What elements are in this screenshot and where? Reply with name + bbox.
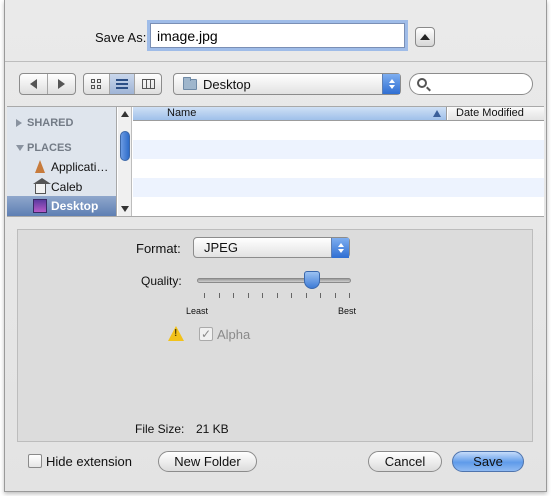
location-popup[interactable]: Desktop (173, 73, 401, 95)
table-row (133, 178, 544, 197)
best-label: Best (338, 306, 357, 316)
new-folder-button[interactable]: New Folder (158, 451, 257, 472)
desktop-icon (33, 199, 47, 213)
save-as-row: Save As: (5, 20, 546, 51)
sidebar-section-places[interactable]: PLACES (7, 138, 116, 158)
table-row (133, 140, 544, 159)
column-view-button[interactable] (135, 74, 161, 94)
divider (5, 61, 546, 62)
list-view-button[interactable] (109, 74, 136, 94)
quality-slider[interactable] (197, 278, 351, 283)
format-options-panel: Format: JPEG Quality: Least Best ✓ Alpha… (17, 229, 533, 442)
view-mode-segment (83, 73, 162, 95)
save-dialog: Save As: Desktop SHARED (4, 0, 547, 492)
sidebar-item-desktop[interactable]: Desktop (7, 196, 116, 216)
scroll-down-icon (121, 206, 129, 212)
table-row (133, 121, 544, 140)
sidebar-item-applications[interactable]: Applicati… (7, 157, 116, 177)
table-row (133, 159, 544, 178)
disclosure-triangle-icon (16, 119, 22, 127)
navigation-segment (19, 73, 76, 95)
sidebar-item-label: Applicati… (51, 160, 109, 174)
alpha-label: Alpha (217, 327, 251, 342)
sidebar-scrollbar[interactable] (118, 107, 132, 216)
column-header-label: Date Modified (456, 107, 524, 119)
applications-icon (35, 160, 45, 173)
sidebar-section-label: PLACES (27, 142, 72, 154)
chevron-left-icon (29, 79, 37, 89)
save-button[interactable]: Save (452, 451, 524, 472)
scrollbar-thumb[interactable] (120, 131, 130, 161)
list-header: Name Date Modified (133, 107, 544, 121)
sidebar: SHARED PLACES Applicati… Caleb Desktop (7, 107, 117, 216)
home-icon (33, 178, 51, 194)
forward-button[interactable] (48, 74, 75, 94)
alpha-checkbox[interactable]: ✓ (199, 327, 213, 341)
format-value: JPEG (204, 240, 238, 255)
grid-icon (91, 79, 102, 89)
file-list[interactable]: Name Date Modified (133, 107, 544, 216)
folder-icon (183, 77, 197, 90)
sort-ascending-icon (433, 110, 441, 117)
triangle-up-icon (420, 34, 430, 40)
file-browser: SHARED PLACES Applicati… Caleb Desktop N… (7, 106, 544, 217)
columns-icon (141, 79, 155, 89)
file-size-label: File Size: (135, 422, 185, 436)
least-label: Least (186, 306, 209, 316)
filename-input[interactable] (147, 20, 408, 51)
sidebar-item-label: Desktop (51, 199, 99, 213)
hide-extension-label: Hide extension (46, 454, 132, 469)
file-size-value: 21 KB (196, 422, 229, 436)
chevron-right-icon (57, 79, 65, 89)
save-as-label: Save As: (95, 30, 147, 45)
column-header-name[interactable]: Name (133, 107, 447, 120)
warning-icon (168, 326, 184, 341)
slider-ticks (204, 293, 350, 298)
quality-slider-knob[interactable] (304, 271, 320, 289)
table-row (133, 197, 544, 216)
disclosure-triangle-icon (16, 145, 24, 151)
quality-label: Quality: (141, 274, 182, 288)
popup-arrows-icon (382, 74, 400, 94)
sidebar-item-caleb[interactable]: Caleb (7, 177, 116, 197)
search-field[interactable] (409, 73, 533, 95)
popup-arrows-icon (331, 238, 349, 258)
cancel-button[interactable]: Cancel (368, 451, 442, 472)
location-label: Desktop (203, 77, 251, 92)
sidebar-item-label: Caleb (51, 180, 83, 194)
sidebar-section-label: SHARED (27, 117, 74, 129)
list-icon (116, 79, 128, 89)
collapse-dialog-button[interactable] (415, 27, 435, 47)
sidebar-section-shared[interactable]: SHARED (7, 113, 116, 133)
scroll-up-icon (121, 111, 129, 117)
hide-extension-checkbox[interactable] (28, 454, 42, 468)
search-icon (417, 78, 427, 88)
format-label: Format: (136, 241, 181, 256)
column-header-label: Name (167, 107, 197, 119)
column-header-date-modified[interactable]: Date Modified (448, 107, 544, 120)
icon-view-button[interactable] (84, 74, 110, 94)
back-button[interactable] (20, 74, 48, 94)
format-popup[interactable]: JPEG (193, 237, 350, 258)
